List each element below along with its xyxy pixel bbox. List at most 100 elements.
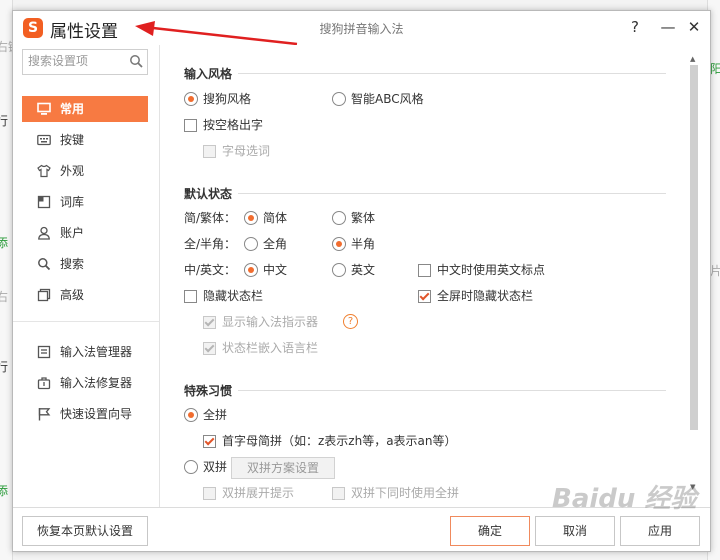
title-bar[interactable]: S 属性设置 搜狗拼音输入法 ? — ✕ (13, 11, 710, 46)
sidebar-item-advanced[interactable]: 高级 (22, 282, 148, 308)
radio-button[interactable] (332, 92, 346, 106)
sidebar-item-account[interactable]: 账户 (22, 220, 148, 246)
radio-button[interactable] (332, 211, 346, 225)
radio-button[interactable] (184, 408, 198, 422)
checkbox-label: 按空格出字 (203, 118, 264, 132)
sidebar-item-dictionary[interactable]: 词库 (22, 189, 148, 215)
flag-icon (38, 408, 51, 421)
radio-button[interactable] (244, 263, 258, 277)
shirt-icon (37, 164, 51, 178)
background-text: 添 (0, 236, 9, 250)
book-icon (37, 195, 51, 209)
sidebar-item-label: 常用 (60, 102, 85, 116)
sidebar-item-label: 外观 (60, 164, 85, 178)
radio-button[interactable] (184, 92, 198, 106)
sidebar-item-wizard[interactable]: 快速设置向导 (22, 401, 148, 427)
label-cn-en: 中/英文： (184, 263, 237, 277)
radio-button[interactable] (184, 460, 198, 474)
monitor-icon (37, 102, 51, 115)
radio-label: 全拼 (203, 408, 228, 422)
checkbox[interactable] (203, 487, 216, 500)
sidebar: 常用 按键 外观 词库 (13, 45, 160, 507)
section-title-input-style: 输入风格 (184, 67, 233, 81)
radio-button[interactable] (244, 211, 258, 225)
radio-label: 半角 (351, 237, 376, 251)
radio-label: 双拼 (203, 460, 228, 474)
background-text: 阳 (710, 62, 720, 76)
checkbox-label: 全屏时隐藏状态栏 (437, 289, 534, 303)
search-icon[interactable] (129, 54, 143, 68)
scroll-up-icon[interactable]: ▲ (690, 55, 695, 63)
baidu-watermark: Baidu 经验 (552, 484, 697, 514)
checkbox[interactable] (332, 487, 345, 500)
close-button[interactable]: ✕ (683, 16, 705, 38)
checkbox-label: 中文时使用英文标点 (437, 263, 546, 277)
background-text: 添 (0, 484, 9, 498)
sidebar-item-search[interactable]: 搜索 (22, 251, 148, 277)
vertical-scrollbar[interactable]: ▲ ▼ (689, 55, 699, 495)
radio-label: 英文 (351, 263, 376, 277)
radio-label: 全角 (263, 237, 288, 251)
search-icon (38, 258, 51, 271)
section-divider (238, 193, 666, 194)
checkbox[interactable] (203, 145, 216, 158)
radio-button[interactable] (332, 263, 346, 277)
checkbox-label: 双拼下同时使用全拼 (351, 486, 460, 500)
sidebar-item-repair[interactable]: 输入法修复器 (22, 370, 148, 396)
checkbox-label: 字母选词 (222, 144, 271, 158)
sidebar-item-keys[interactable]: 按键 (22, 127, 148, 153)
section-title-default-state: 默认状态 (184, 187, 233, 201)
section-divider (238, 73, 666, 74)
search-box[interactable] (22, 49, 148, 75)
sidebar-item-manager[interactable]: 输入法管理器 (22, 339, 148, 365)
checkbox[interactable] (203, 316, 216, 329)
checkbox[interactable] (418, 264, 431, 277)
section-divider (238, 390, 666, 391)
checkbox[interactable] (203, 342, 216, 355)
sidebar-item-label: 账户 (60, 226, 85, 240)
sidebar-item-label: 按键 (60, 133, 85, 147)
checkbox[interactable] (203, 435, 216, 448)
minimize-button[interactable]: — (657, 16, 679, 38)
checkbox-label: 状态栏嵌入语言栏 (222, 341, 319, 355)
shuangpin-scheme-button[interactable]: 双拼方案设置 (231, 457, 335, 479)
radio-label: 智能ABC风格 (351, 92, 424, 106)
sidebar-item-label: 搜索 (60, 257, 85, 271)
checkbox[interactable] (184, 290, 197, 303)
radio-label: 简体 (263, 211, 288, 225)
cancel-button[interactable]: 取消 (535, 516, 615, 546)
radio-button[interactable] (332, 237, 346, 251)
checkbox-label: 首字母简拼（如：z表示zh等，a表示an等） (222, 434, 457, 448)
checkbox-label: 双拼展开提示 (222, 486, 295, 500)
sidebar-item-appearance[interactable]: 外观 (22, 158, 148, 184)
apply-button[interactable]: 应用 (620, 516, 700, 546)
radio-label: 繁体 (351, 211, 376, 225)
checkbox-label: 隐藏状态栏 (203, 289, 264, 303)
label-simp-trad: 简/繁体： (184, 211, 237, 225)
restore-defaults-button[interactable]: 恢复本页默认设置 (22, 516, 148, 546)
search-input[interactable] (23, 50, 124, 72)
checkbox[interactable] (418, 290, 431, 303)
repair-icon (37, 377, 51, 390)
background-text: 行 (0, 360, 9, 374)
background-text: 行 (0, 114, 9, 128)
user-icon (38, 226, 50, 240)
section-title-special-habits: 特殊习惯 (184, 384, 233, 398)
sidebar-divider (13, 321, 159, 322)
radio-label: 中文 (263, 263, 288, 277)
checkbox-label: 显示输入法指示器 (222, 315, 319, 329)
radio-button[interactable] (244, 237, 258, 251)
keyboard-icon (37, 134, 51, 146)
sidebar-item-common[interactable]: 常用 (22, 96, 148, 122)
radio-label: 搜狗风格 (203, 92, 252, 106)
help-icon[interactable]: ? (343, 314, 358, 329)
scroll-thumb[interactable] (690, 65, 698, 430)
sidebar-item-label: 高级 (60, 288, 85, 302)
advanced-icon (37, 288, 51, 302)
manager-icon (37, 345, 51, 359)
checkbox[interactable] (184, 119, 197, 132)
sidebar-item-label: 快速设置向导 (60, 407, 133, 421)
ok-button[interactable]: 确定 (450, 516, 530, 546)
sidebar-item-label: 词库 (60, 195, 85, 209)
help-button[interactable]: ? (624, 16, 646, 38)
